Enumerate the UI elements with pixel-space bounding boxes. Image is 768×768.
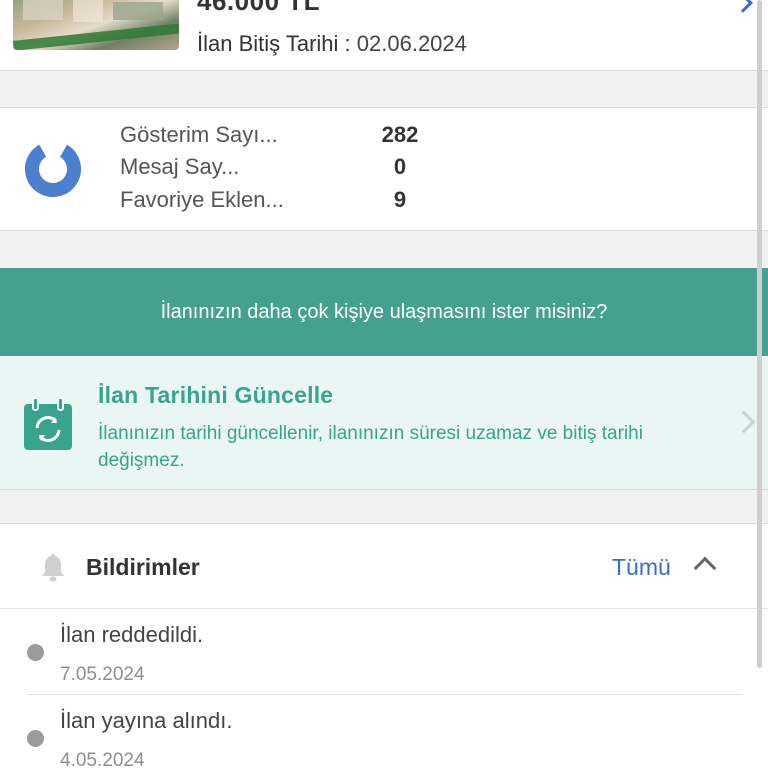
end-date-value: 02.06.2024 (356, 31, 467, 56)
stat-value: 9 (393, 187, 407, 212)
listing-end-date: İlan Bitiş Tarihi : 02.06.2024 (197, 31, 467, 57)
notifications-title: Bildirimler (86, 554, 200, 580)
stat-row-favorites: Favoriye Eklen... 9 (120, 187, 440, 217)
stat-row-messages: Mesaj Say... 0 (120, 154, 440, 184)
notification-date: 4.05.2024 (60, 750, 145, 768)
listing-header[interactable]: 46.000 TL İlan Bitiş Tarihi : 02.06.2024 (0, 0, 768, 71)
divider (0, 608, 768, 609)
update-card-description: İlanınızın tarihi güncellenir, ilanınızı… (98, 423, 643, 471)
status-dot (27, 730, 44, 747)
end-date-label: İlan Bitiş Tarihi : (197, 31, 351, 56)
stat-label: Mesaj Say... (120, 154, 240, 179)
chevron-right-icon[interactable] (732, 410, 756, 434)
calendar-refresh-icon (24, 397, 72, 450)
notification-item[interactable]: İlan yayına alındı. 4.05.2024 (0, 696, 768, 768)
promo-banner-text: İlanınızın daha çok kişiye ulaşmasını is… (160, 300, 608, 323)
chevron-right-icon[interactable] (733, 0, 753, 13)
stats-card: Gösterim Sayı... 282 Mesaj Say... 0 Favo… (0, 107, 768, 231)
divider (28, 694, 742, 695)
stat-value: 0 (393, 154, 407, 179)
chevron-up-icon[interactable] (693, 556, 717, 580)
status-dot (27, 644, 44, 661)
stat-label: Gösterim Sayı... (120, 122, 278, 147)
notification-item[interactable]: İlan reddedildi. 7.05.2024 (0, 610, 768, 696)
bell-icon (42, 554, 64, 582)
stat-row-views: Gösterim Sayı... 282 (120, 122, 440, 152)
update-listing-date-card[interactable]: İlan Tarihini Güncelle İlanınızın tarihi… (0, 356, 768, 490)
notification-text: İlan yayına alındı. (60, 708, 233, 733)
promo-banner: İlanınızın daha çok kişiye ulaşmasını is… (0, 268, 768, 356)
notification-text: İlan reddedildi. (60, 622, 204, 647)
notification-date: 7.05.2024 (60, 664, 145, 685)
update-card-title: İlan Tarihini Güncelle (98, 382, 334, 408)
donut-chart-icon (25, 141, 81, 197)
notifications-section: Bildirimler Tümü İlan reddedildi. 7.05.2… (0, 523, 768, 768)
stat-label: Favoriye Eklen... (120, 187, 284, 212)
scrollbar[interactable] (757, 0, 762, 668)
stat-value: 282 (381, 122, 419, 147)
all-notifications-link[interactable]: Tümü (612, 554, 671, 581)
listing-thumbnail[interactable] (13, 0, 179, 50)
listing-price: 46.000 TL (197, 0, 321, 16)
